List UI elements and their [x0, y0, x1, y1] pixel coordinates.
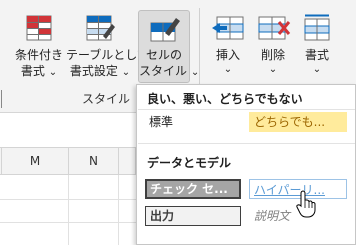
format-as-table-label: テーブルとして [66, 48, 149, 62]
insert-label: 挿入 [215, 48, 240, 62]
column-header-o[interactable] [119, 148, 136, 175]
styles-group-label: スタイル [82, 92, 131, 106]
gridline [68, 175, 69, 245]
section-divider [138, 109, 355, 110]
conditional-formatting-button[interactable]: 条件付き 書式 ⌄ [12, 10, 66, 82]
format-label: 書式 [304, 48, 329, 62]
conditional-formatting-label-2: 書式 [20, 64, 45, 78]
cell-styles-label: セルの [145, 48, 182, 62]
cell-styles-label-2: スタイル [139, 64, 188, 78]
format-as-table-icon [85, 14, 115, 42]
chevron-down-icon: ⌄ [223, 64, 233, 75]
format-cells-icon [302, 14, 332, 42]
column-header-n[interactable]: N [69, 148, 119, 175]
style-neutral-label: どちらでも... [254, 115, 326, 129]
section-divider [138, 143, 355, 144]
insert-button[interactable]: 挿入 ⌄ [204, 10, 252, 75]
conditional-formatting-icon [25, 14, 53, 42]
chevron-down-icon: ⌄ [190, 67, 200, 78]
delete-cells-icon [257, 14, 291, 42]
chevron-down-icon: ⌄ [268, 64, 278, 75]
cell-styles-icon [149, 15, 181, 43]
style-output[interactable]: 出力 [145, 206, 241, 226]
formula-bar-strip [0, 113, 136, 148]
style-neutral[interactable]: どちらでも... [249, 112, 347, 132]
chevron-down-icon: ⌄ [121, 67, 131, 78]
gridline [118, 175, 119, 245]
section-data-and-model: データとモデル [147, 156, 232, 170]
conditional-formatting-label: 条件付き [14, 48, 63, 62]
style-explanatory-label: 説明文 [254, 209, 291, 223]
cell-styles-button[interactable]: セルの スタイル ⌄ [138, 10, 199, 83]
format-button[interactable]: 書式 ⌄ [296, 10, 338, 75]
section-good-bad-neutral: 良い、悪い、どちらでもない [147, 92, 303, 106]
group-separator-left [1, 90, 2, 108]
style-normal[interactable]: 標準 [145, 112, 241, 132]
chevron-down-icon: ⌄ [312, 64, 322, 75]
style-output-label: 出力 [150, 209, 175, 223]
mouse-pointer-icon [296, 190, 316, 218]
style-normal-label: 標準 [149, 115, 174, 129]
style-check-cell-label: チェック セ... [150, 182, 228, 196]
chevron-down-icon: ⌄ [48, 67, 58, 78]
insert-cells-icon [211, 14, 245, 42]
delete-label: 削除 [260, 48, 285, 62]
style-check-cell[interactable]: チェック セ... [145, 179, 241, 199]
column-header-m[interactable]: M [2, 148, 69, 175]
cell-styles-dropdown: 良い、悪い、どちらでもない 標準 どちらでも... データとモデル チェック セ… [136, 84, 356, 245]
format-as-table-button[interactable]: テーブルとして 書式設定 ⌄ [66, 10, 149, 82]
delete-button[interactable]: 削除 ⌄ [252, 10, 294, 75]
format-as-table-label-2: 書式設定 [69, 64, 118, 78]
